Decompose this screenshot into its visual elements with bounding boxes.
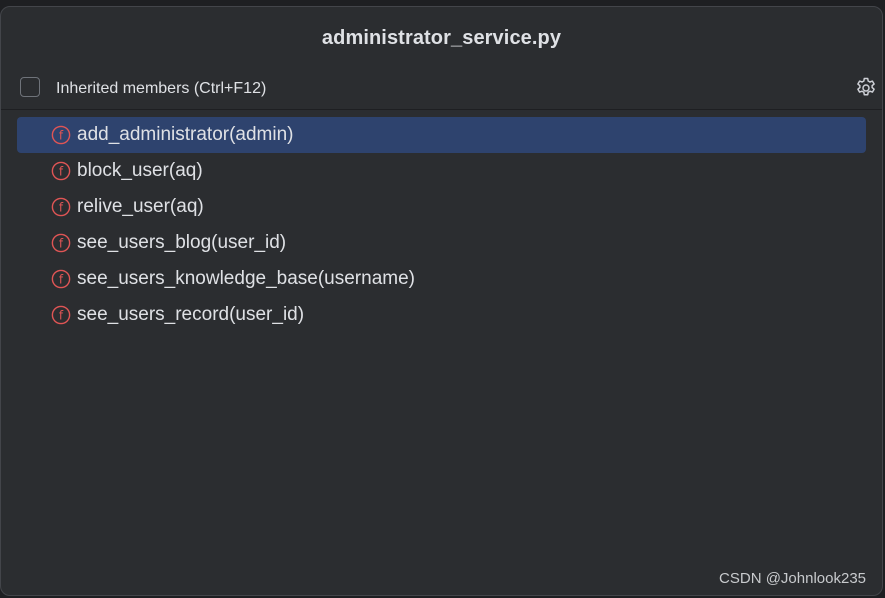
function-icon: f bbox=[51, 161, 71, 181]
inherited-members-label[interactable]: Inherited members (Ctrl+F12) bbox=[56, 80, 266, 98]
options-row: Inherited members (Ctrl+F12) bbox=[1, 75, 882, 110]
popup-title: administrator_service.py bbox=[321, 27, 562, 49]
gear-icon[interactable] bbox=[854, 76, 878, 100]
function-icon: f bbox=[51, 197, 71, 217]
inherited-members-checkbox[interactable] bbox=[20, 77, 40, 97]
member-label: block_user(aq) bbox=[77, 160, 203, 181]
member-label: relive_user(aq) bbox=[77, 196, 204, 217]
member-row[interactable]: f see_users_blog(user_id) bbox=[17, 225, 866, 261]
member-row[interactable]: f see_users_record(user_id) bbox=[17, 297, 866, 333]
member-row[interactable]: f add_administrator(admin) bbox=[17, 117, 866, 153]
file-structure-popup: administrator_service.py Inherited membe… bbox=[0, 6, 883, 596]
function-icon: f bbox=[51, 125, 71, 145]
member-label: add_administrator(admin) bbox=[77, 124, 294, 145]
function-icon: f bbox=[51, 305, 71, 325]
member-row[interactable]: f block_user(aq) bbox=[17, 153, 866, 189]
member-label: see_users_record(user_id) bbox=[77, 304, 305, 325]
member-row[interactable]: f see_users_knowledge_base(username) bbox=[17, 261, 866, 297]
watermark: CSDN @Johnlook235 bbox=[719, 570, 866, 587]
svg-text:f: f bbox=[59, 164, 64, 178]
function-icon: f bbox=[51, 269, 71, 289]
svg-text:f: f bbox=[59, 200, 64, 214]
svg-text:f: f bbox=[59, 128, 64, 142]
svg-text:f: f bbox=[59, 236, 64, 250]
svg-text:f: f bbox=[59, 308, 64, 322]
member-row[interactable]: f relive_user(aq) bbox=[17, 189, 866, 225]
member-list: f add_administrator(admin) f block_user(aq)… bbox=[17, 117, 866, 333]
member-label: see_users_knowledge_base(username) bbox=[77, 268, 415, 289]
function-icon: f bbox=[51, 233, 71, 253]
svg-text:f: f bbox=[59, 272, 64, 286]
member-label: see_users_blog(user_id) bbox=[77, 232, 287, 253]
